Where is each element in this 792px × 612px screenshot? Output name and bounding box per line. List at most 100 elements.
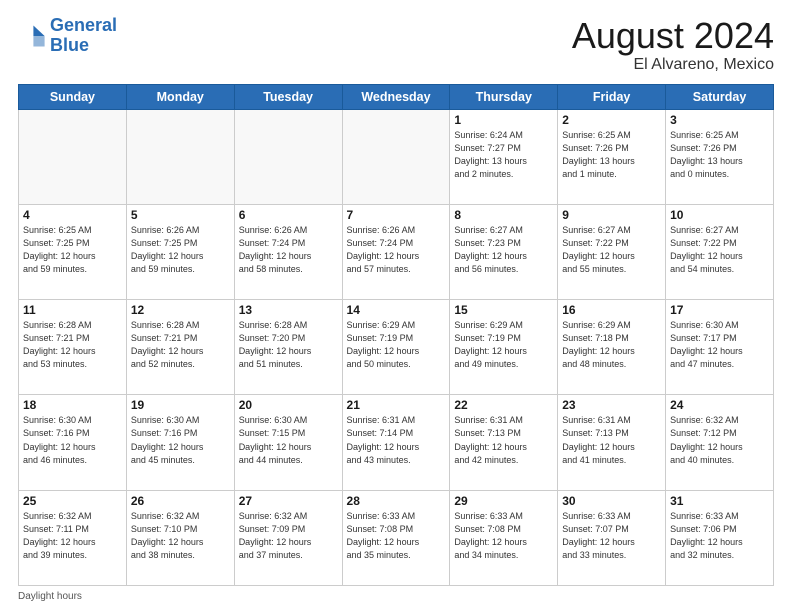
- day-info: Sunrise: 6:31 AM Sunset: 7:13 PM Dayligh…: [562, 414, 661, 466]
- calendar-weekday-monday: Monday: [126, 84, 234, 109]
- day-info: Sunrise: 6:29 AM Sunset: 7:18 PM Dayligh…: [562, 319, 661, 371]
- calendar-cell: 29 Sunrise: 6:33 AM Sunset: 7:08 PM Dayli…: [450, 490, 558, 585]
- day-number: 26: [131, 494, 230, 508]
- calendar-cell: [342, 109, 450, 204]
- calendar-cell: 10 Sunrise: 6:27 AM Sunset: 7:22 PM Dayli…: [666, 204, 774, 299]
- day-number: 14: [347, 303, 446, 317]
- day-number: 20: [239, 398, 338, 412]
- calendar-cell: 16 Sunrise: 6:29 AM Sunset: 7:18 PM Dayli…: [558, 300, 666, 395]
- calendar-cell: 2 Sunrise: 6:25 AM Sunset: 7:26 PM Daylig…: [558, 109, 666, 204]
- day-info: Sunrise: 6:33 AM Sunset: 7:08 PM Dayligh…: [347, 510, 446, 562]
- day-info: Sunrise: 6:33 AM Sunset: 7:08 PM Dayligh…: [454, 510, 553, 562]
- calendar-cell: 7 Sunrise: 6:26 AM Sunset: 7:24 PM Daylig…: [342, 204, 450, 299]
- day-info: Sunrise: 6:26 AM Sunset: 7:25 PM Dayligh…: [131, 224, 230, 276]
- day-info: Sunrise: 6:33 AM Sunset: 7:07 PM Dayligh…: [562, 510, 661, 562]
- day-info: Sunrise: 6:27 AM Sunset: 7:22 PM Dayligh…: [670, 224, 769, 276]
- calendar-week-row: 18 Sunrise: 6:30 AM Sunset: 7:16 PM Dayli…: [19, 395, 774, 490]
- calendar-cell: 13Sunrise: 6:28 AM Sunset: 7:20 PM Dayli…: [234, 300, 342, 395]
- calendar-cell: 11 Sunrise: 6:28 AM Sunset: 7:21 PM Dayli…: [19, 300, 127, 395]
- daylight-hours-label: Daylight hours: [18, 591, 82, 602]
- calendar-cell: 23 Sunrise: 6:31 AM Sunset: 7:13 PM Dayli…: [558, 395, 666, 490]
- day-number: 10: [670, 208, 769, 222]
- day-info: Sunrise: 6:32 AM Sunset: 7:12 PM Dayligh…: [670, 414, 769, 466]
- calendar-cell: 5 Sunrise: 6:26 AM Sunset: 7:25 PM Daylig…: [126, 204, 234, 299]
- day-number: 30: [562, 494, 661, 508]
- calendar-week-row: 25 Sunrise: 6:32 AM Sunset: 7:11 PM Dayli…: [19, 490, 774, 585]
- calendar-cell: 31 Sunrise: 6:33 AM Sunset: 7:06 PM Dayli…: [666, 490, 774, 585]
- day-info: Sunrise: 6:32 AM Sunset: 7:09 PM Dayligh…: [239, 510, 338, 562]
- day-info: Sunrise: 6:25 AM Sunset: 7:26 PM Dayligh…: [562, 129, 661, 181]
- day-info: Sunrise: 6:27 AM Sunset: 7:23 PM Dayligh…: [454, 224, 553, 276]
- day-number: 22: [454, 398, 553, 412]
- day-info: Sunrise: 6:28 AM Sunset: 7:21 PM Dayligh…: [131, 319, 230, 371]
- logo-line2: Blue: [50, 35, 89, 55]
- day-info: Sunrise: 6:26 AM Sunset: 7:24 PM Dayligh…: [347, 224, 446, 276]
- day-info: Sunrise: 6:30 AM Sunset: 7:16 PM Dayligh…: [131, 414, 230, 466]
- calendar-weekday-sunday: Sunday: [19, 84, 127, 109]
- day-number: 15: [454, 303, 553, 317]
- day-number: 7: [347, 208, 446, 222]
- calendar-cell: 22 Sunrise: 6:31 AM Sunset: 7:13 PM Dayli…: [450, 395, 558, 490]
- calendar-cell: 12Sunrise: 6:28 AM Sunset: 7:21 PM Dayli…: [126, 300, 234, 395]
- calendar-weekday-thursday: Thursday: [450, 84, 558, 109]
- sub-title: El Alvareno, Mexico: [572, 56, 774, 74]
- calendar-cell: 21Sunrise: 6:31 AM Sunset: 7:14 PM Dayli…: [342, 395, 450, 490]
- calendar-cell: 24Sunrise: 6:32 AM Sunset: 7:12 PM Dayli…: [666, 395, 774, 490]
- calendar-cell: 6 Sunrise: 6:26 AM Sunset: 7:24 PM Daylig…: [234, 204, 342, 299]
- calendar-week-row: 1Sunrise: 6:24 AM Sunset: 7:27 PM Daylig…: [19, 109, 774, 204]
- day-info: Sunrise: 6:33 AM Sunset: 7:06 PM Dayligh…: [670, 510, 769, 562]
- header: General Blue August 2024 El Alvareno, Me…: [18, 16, 774, 74]
- day-number: 28: [347, 494, 446, 508]
- day-number: 25: [23, 494, 122, 508]
- day-info: Sunrise: 6:27 AM Sunset: 7:22 PM Dayligh…: [562, 224, 661, 276]
- footer-note: Daylight hours: [18, 591, 774, 602]
- day-number: 29: [454, 494, 553, 508]
- logo: General Blue: [18, 16, 117, 56]
- calendar-cell: 18Sunrise: 6:30 AM Sunset: 7:16 PM Dayli…: [19, 395, 127, 490]
- title-block: August 2024 El Alvareno, Mexico: [572, 16, 774, 74]
- logo-line1: General: [50, 15, 117, 35]
- day-info: Sunrise: 6:28 AM Sunset: 7:21 PM Dayligh…: [23, 319, 122, 371]
- calendar-cell: 1Sunrise: 6:24 AM Sunset: 7:27 PM Daylig…: [450, 109, 558, 204]
- calendar-cell: 3Sunrise: 6:25 AM Sunset: 7:26 PM Daylig…: [666, 109, 774, 204]
- calendar-cell: 14Sunrise: 6:29 AM Sunset: 7:19 PM Dayli…: [342, 300, 450, 395]
- calendar-cell: 19Sunrise: 6:30 AM Sunset: 7:16 PM Dayli…: [126, 395, 234, 490]
- day-info: Sunrise: 6:31 AM Sunset: 7:14 PM Dayligh…: [347, 414, 446, 466]
- calendar-weekday-saturday: Saturday: [666, 84, 774, 109]
- calendar-week-row: 11 Sunrise: 6:28 AM Sunset: 7:21 PM Dayli…: [19, 300, 774, 395]
- calendar-header-row: SundayMondayTuesdayWednesdayThursdayFrid…: [19, 84, 774, 109]
- day-number: 13: [239, 303, 338, 317]
- day-info: Sunrise: 6:32 AM Sunset: 7:11 PM Dayligh…: [23, 510, 122, 562]
- day-info: Sunrise: 6:30 AM Sunset: 7:15 PM Dayligh…: [239, 414, 338, 466]
- calendar-week-row: 4Sunrise: 6:25 AM Sunset: 7:25 PM Daylig…: [19, 204, 774, 299]
- calendar-cell: 27Sunrise: 6:32 AM Sunset: 7:09 PM Dayli…: [234, 490, 342, 585]
- calendar-cell: 30 Sunrise: 6:33 AM Sunset: 7:07 PM Dayli…: [558, 490, 666, 585]
- logo-text: General Blue: [50, 16, 117, 56]
- day-info: Sunrise: 6:32 AM Sunset: 7:10 PM Dayligh…: [131, 510, 230, 562]
- day-number: 4: [23, 208, 122, 222]
- day-info: Sunrise: 6:31 AM Sunset: 7:13 PM Dayligh…: [454, 414, 553, 466]
- day-number: 31: [670, 494, 769, 508]
- day-number: 1: [454, 113, 553, 127]
- page: General Blue August 2024 El Alvareno, Me…: [0, 0, 792, 612]
- calendar-cell: 28 Sunrise: 6:33 AM Sunset: 7:08 PM Dayli…: [342, 490, 450, 585]
- calendar-table: SundayMondayTuesdayWednesdayThursdayFrid…: [18, 84, 774, 586]
- calendar-cell: 17Sunrise: 6:30 AM Sunset: 7:17 PM Dayli…: [666, 300, 774, 395]
- day-number: 9: [562, 208, 661, 222]
- calendar-weekday-friday: Friday: [558, 84, 666, 109]
- calendar-weekday-wednesday: Wednesday: [342, 84, 450, 109]
- calendar-cell: 8Sunrise: 6:27 AM Sunset: 7:23 PM Daylig…: [450, 204, 558, 299]
- day-number: 6: [239, 208, 338, 222]
- day-number: 18: [23, 398, 122, 412]
- day-number: 23: [562, 398, 661, 412]
- calendar-cell: 15Sunrise: 6:29 AM Sunset: 7:19 PM Dayli…: [450, 300, 558, 395]
- day-info: Sunrise: 6:26 AM Sunset: 7:24 PM Dayligh…: [239, 224, 338, 276]
- calendar-cell: 25 Sunrise: 6:32 AM Sunset: 7:11 PM Dayli…: [19, 490, 127, 585]
- calendar-cell: 9 Sunrise: 6:27 AM Sunset: 7:22 PM Daylig…: [558, 204, 666, 299]
- day-number: 11: [23, 303, 122, 317]
- day-number: 5: [131, 208, 230, 222]
- day-number: 2: [562, 113, 661, 127]
- calendar-cell: 20 Sunrise: 6:30 AM Sunset: 7:15 PM Dayli…: [234, 395, 342, 490]
- day-number: 16: [562, 303, 661, 317]
- calendar-cell: [19, 109, 127, 204]
